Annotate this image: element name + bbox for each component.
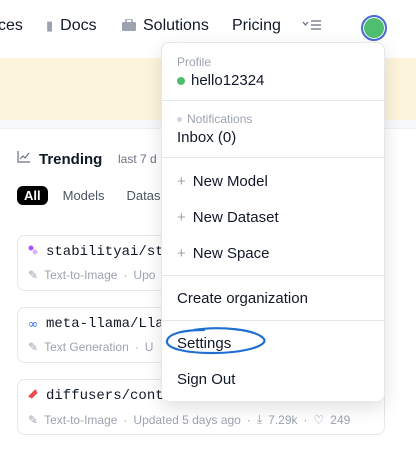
nav-pricing[interactable]: Pricing [232, 17, 281, 35]
text-generation-icon: ✎ [28, 340, 39, 354]
diffusers-logo-icon [28, 388, 38, 404]
nav-docs[interactable]: ▮ Docs [46, 17, 97, 35]
card-type: Text-to-Image [44, 412, 118, 427]
card-title-row: diffusers/cont [28, 388, 164, 404]
new-model-label: New Model [192, 173, 268, 190]
trending-header: Trending [17, 150, 102, 168]
tab-models[interactable]: Models [56, 186, 112, 205]
trending-tabs: All Models Dataset [17, 186, 178, 205]
nav-solutions-label: Solutions [143, 17, 209, 34]
tab-all[interactable]: All [17, 186, 48, 205]
new-dataset-label: New Dataset [192, 209, 279, 226]
briefcase-icon [122, 17, 136, 34]
profile-label: Profile [177, 55, 212, 69]
meta-separator: · [246, 412, 251, 427]
new-model-item[interactable]: + New Model [177, 173, 268, 190]
username: hello12324 [191, 72, 265, 89]
plus-icon: + [177, 209, 186, 226]
meta-separator: · [134, 340, 139, 354]
card-title-row: stabilityai/st [28, 244, 164, 260]
card-title: diffusers/cont [46, 388, 164, 404]
divider [162, 100, 384, 101]
nav-spaces-label: ces [0, 17, 23, 34]
meta-separator: · [303, 412, 308, 427]
profile-dropdown: Profile hello12324 Notifications Inbox (… [161, 42, 385, 402]
new-space-label: New Space [192, 245, 270, 262]
card-type: Text Generation [44, 340, 129, 354]
meta-separator: · [123, 412, 128, 427]
heart-icon: ♡ [313, 412, 325, 427]
divider [162, 320, 384, 321]
card-type: Text-to-Image [44, 268, 118, 282]
divider [162, 157, 384, 158]
card-meta: ✎ Text-to-Image · Upo [28, 268, 155, 282]
card-downloads: 7.29k [268, 412, 298, 427]
notifications-label-row: Notifications [177, 112, 252, 126]
plus-icon: + [177, 245, 186, 262]
divider [162, 275, 384, 276]
text-to-image-icon: ✎ [28, 268, 39, 282]
new-space-item[interactable]: + New Space [177, 245, 269, 262]
plus-icon: + [177, 173, 186, 190]
card-meta: ✎ Text-to-Image · Updated 5 days ago · ⤓… [28, 412, 350, 427]
notification-dot-icon [177, 117, 182, 123]
card-title: stabilityai/st [46, 244, 164, 260]
nav-docs-label: Docs [60, 17, 97, 34]
meta-separator: · [123, 268, 128, 282]
card-updated: Upo [133, 268, 156, 282]
nav-pricing-label: Pricing [232, 17, 281, 34]
docs-icon: ▮ [46, 18, 54, 33]
notifications-label: Notifications [187, 112, 253, 126]
card-updated: U [144, 340, 154, 354]
trending-period[interactable]: last 7 d [118, 152, 157, 166]
text-to-image-icon: ✎ [28, 412, 39, 427]
online-status-icon [177, 77, 185, 86]
download-icon: ⤓ [256, 412, 263, 426]
card-title-row: ∞ meta-llama/Lla [28, 316, 164, 332]
create-organization-item[interactable]: Create organization [177, 290, 308, 307]
nav-spaces[interactable]: ces [0, 17, 23, 35]
trending-title: Trending [39, 150, 103, 168]
menu-icon[interactable] [302, 18, 322, 32]
card-title: meta-llama/Lla [46, 316, 164, 332]
card-likes: 249 [330, 412, 351, 427]
meta-logo-icon: ∞ [28, 317, 38, 331]
sign-out-item[interactable]: Sign Out [177, 371, 235, 388]
new-dataset-item[interactable]: + New Dataset [177, 209, 279, 226]
avatar[interactable] [361, 15, 387, 41]
org-logo-icon [28, 244, 38, 260]
card-meta: ✎ Text Generation · U [28, 340, 153, 354]
nav-solutions[interactable]: Solutions [122, 17, 209, 35]
card-updated: Updated 5 days ago [133, 412, 241, 427]
profile-link[interactable]: hello12324 [177, 72, 264, 89]
inbox-link[interactable]: Inbox (0) [177, 129, 236, 146]
settings-item[interactable]: Settings [177, 335, 231, 352]
trending-chart-icon [17, 150, 31, 168]
